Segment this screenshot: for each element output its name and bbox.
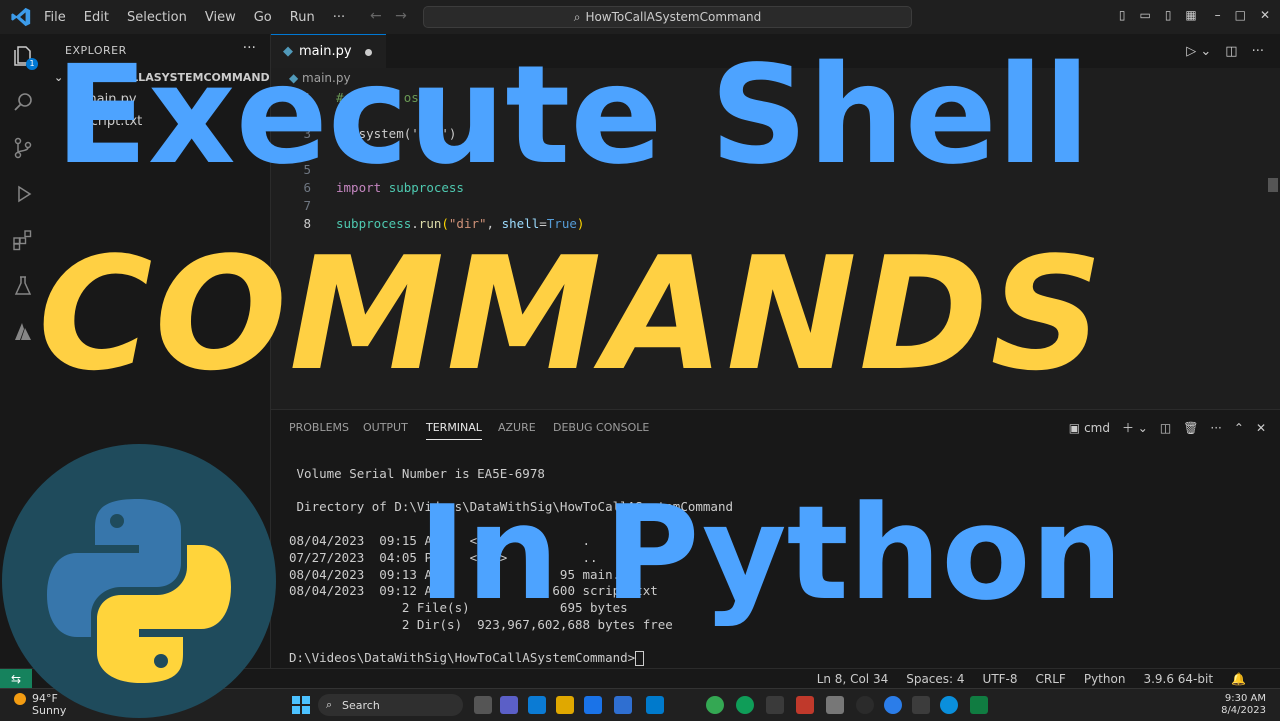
python-logo-icon (2, 444, 276, 718)
app-l-icon[interactable] (528, 696, 546, 714)
tab-terminal[interactable]: TERMINAL (426, 421, 482, 440)
minimize-button[interactable]: – (1215, 8, 1221, 22)
search-icon: ⌕ (573, 9, 581, 24)
command-center-text: HowToCallASystemCommand (585, 10, 762, 24)
chrome-icon[interactable] (706, 696, 724, 714)
status-language[interactable]: Python (1084, 672, 1126, 686)
overlay-title-line3: In Python (418, 477, 1124, 629)
app-icon-2[interactable] (826, 696, 844, 714)
voicemeeter-icon[interactable] (796, 696, 814, 714)
more-actions-icon[interactable]: ··· (1252, 44, 1264, 59)
menu-edit[interactable]: Edit (84, 10, 109, 25)
app-icon-4[interactable] (912, 696, 930, 714)
file-explorer-icon[interactable] (556, 696, 574, 714)
layout-toggle-icon[interactable]: ▯ (1119, 8, 1126, 22)
menu-more[interactable]: ··· (333, 10, 345, 25)
menu-view[interactable]: View (205, 10, 236, 25)
status-cursor-position[interactable]: Ln 8, Col 34 (817, 672, 889, 686)
panel-toggle-icon[interactable]: ▭ (1139, 8, 1150, 22)
tab-problems[interactable]: PROBLEMS (289, 421, 349, 434)
nav-arrows: ← → (370, 8, 407, 24)
split-terminal-icon[interactable]: ◫ (1160, 421, 1171, 435)
tab-debug-console[interactable]: DEBUG CONSOLE (553, 421, 649, 434)
maximize-button[interactable]: □ (1235, 8, 1246, 22)
panel-actions: ▣ cmd ＋ ⌄ ◫ 🗑 ··· ⌃ ✕ (1057, 419, 1266, 436)
overlay-title-line1: Execute Shell (55, 37, 1091, 195)
tab-output[interactable]: OUTPUT (363, 421, 408, 434)
search-icon[interactable] (11, 90, 35, 114)
close-button[interactable]: ✕ (1260, 8, 1270, 22)
title-bar: File Edit Selection View Go Run ··· ← → ⌕ HowT… (0, 0, 1280, 34)
command-center-search[interactable]: ⌕ HowToCallASystemCommand (423, 6, 912, 28)
windows-start-icon[interactable] (292, 696, 310, 714)
prompt-text: D:\Videos\DataWithSig\HowToCallASystemCo… (289, 650, 636, 665)
store-icon[interactable] (584, 696, 602, 714)
trash-icon[interactable]: 🗑 (1183, 421, 1198, 435)
tab-azure[interactable]: AZURE (498, 421, 536, 434)
shell-name[interactable]: cmd (1084, 421, 1110, 435)
taskbar-search[interactable]: ⌕ Search (318, 694, 463, 716)
cursor (635, 651, 645, 666)
edge-icon[interactable] (940, 696, 958, 714)
status-indentation[interactable]: Spaces: 4 (906, 672, 964, 686)
close-panel-icon[interactable]: ✕ (1256, 421, 1266, 435)
more-icon[interactable]: ··· (1210, 421, 1221, 435)
new-terminal-icon[interactable]: ＋ ⌄ (1122, 421, 1148, 435)
menu-bar: File Edit Selection View Go Run ··· (44, 10, 363, 25)
extensions-icon[interactable] (11, 228, 35, 252)
status-encoding[interactable]: UTF-8 (983, 672, 1018, 686)
sidebar-toggle-icon[interactable]: ▯ (1165, 8, 1172, 22)
vscode-taskbar-icon[interactable] (646, 696, 664, 714)
menu-selection[interactable]: Selection (127, 10, 187, 25)
menu-go[interactable]: Go (254, 10, 272, 25)
window-controls: ▯ ▭ ▯ ▦ – □ ✕ (1105, 8, 1270, 22)
status-items: Ln 8, Col 34 Spaces: 4 UTF-8 CRLF Python 3.9.… (799, 672, 1246, 686)
teams-icon[interactable] (500, 696, 518, 714)
back-arrow-icon[interactable]: ← (370, 8, 382, 24)
status-interpreter[interactable]: 3.9.6 64-bit (1143, 672, 1213, 686)
search-icon: ⌕ (326, 698, 333, 711)
excel-icon[interactable] (970, 696, 988, 714)
app-icon-3[interactable] (884, 696, 902, 714)
clock-time: 9:30 AM (1224, 693, 1266, 704)
editor-actions: ▷ ⌄ ◫ ··· (1172, 44, 1264, 59)
explorer-badge: 1 (26, 58, 38, 70)
notifications-bell-icon[interactable]: 🔔 (1231, 672, 1246, 686)
vscode-logo-icon (11, 7, 31, 27)
clock-date: 8/4/2023 (1221, 705, 1266, 716)
line-number: 7 (303, 198, 311, 213)
task-view-icon[interactable] (474, 696, 492, 714)
taskbar-search-label: Search (342, 698, 380, 712)
code-line: 7 (271, 198, 1271, 216)
run-python-icon[interactable]: ▷ ⌄ (1186, 44, 1211, 59)
obs-icon[interactable] (856, 696, 874, 714)
app-icon-1[interactable] (766, 696, 784, 714)
editor-scrollbar[interactable] (1268, 178, 1278, 192)
testing-icon[interactable] (11, 274, 35, 298)
status-eol[interactable]: CRLF (1036, 672, 1066, 686)
menu-file[interactable]: File (44, 10, 66, 25)
overlay-title-line2: COMMANDS (38, 223, 1105, 405)
menu-run[interactable]: Run (290, 10, 315, 25)
editor-app-icon[interactable] (614, 696, 632, 714)
upwork-icon[interactable] (736, 696, 754, 714)
system-clock[interactable]: 9:30 AM 8/4/2023 (1221, 693, 1266, 717)
forward-arrow-icon[interactable]: → (395, 8, 407, 24)
terminal-prompt[interactable]: D:\Videos\DataWithSig\HowToCallASystemCo… (289, 650, 645, 666)
split-editor-icon[interactable]: ◫ (1225, 44, 1237, 59)
azure-icon[interactable] (11, 320, 35, 344)
layout-customize-icon[interactable]: ▦ (1185, 8, 1196, 22)
terminal-icon: ▣ (1068, 421, 1081, 435)
source-control-icon[interactable] (11, 136, 35, 160)
run-debug-icon[interactable] (11, 182, 35, 206)
chevron-up-icon[interactable]: ⌃ (1234, 421, 1244, 435)
